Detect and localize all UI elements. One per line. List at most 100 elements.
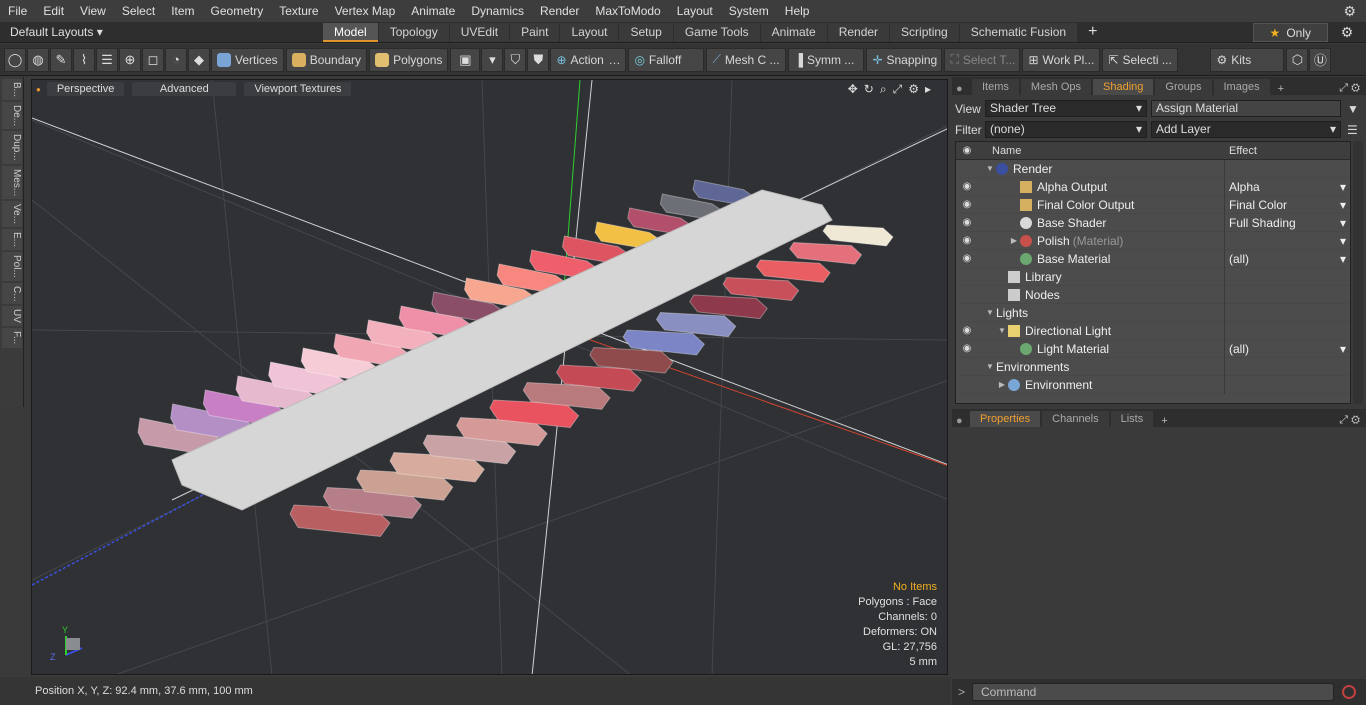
visibility-eye-icon[interactable]: ◉ <box>956 325 978 336</box>
tree-row[interactable]: Nodes <box>956 285 1350 304</box>
vtab-uv[interactable]: UV <box>2 306 22 327</box>
tree-row[interactable]: ◉ ▼ Directional Light <box>956 321 1350 340</box>
pen-icon[interactable]: ✎ <box>50 47 72 72</box>
tree-scrollbar[interactable] <box>1353 141 1363 404</box>
expand-triangle-icon[interactable]: ▼ <box>984 362 996 371</box>
item-mode-icon[interactable]: ◆ <box>188 47 210 72</box>
tree-row[interactable]: Library <box>956 267 1350 286</box>
box-icon[interactable]: ◻ <box>142 47 164 72</box>
tab-mesh-ops[interactable]: Mesh Ops <box>1020 79 1092 95</box>
expand-triangle-icon[interactable]: ▼ <box>984 164 996 173</box>
shield-icon[interactable]: ⛉ <box>504 47 527 72</box>
menu-texture[interactable]: Texture <box>271 0 326 22</box>
list-options-icon[interactable]: ☰ <box>1347 123 1358 137</box>
tab-setup[interactable]: Setup <box>619 22 673 42</box>
vtab-mesh-edit[interactable]: Mes... <box>2 165 22 200</box>
tab-animate[interactable]: Animate <box>760 22 827 42</box>
gear-icon[interactable]: ⚙ <box>1328 24 1366 41</box>
tab-channels[interactable]: Channels <box>1042 411 1109 427</box>
align-icon[interactable]: ☰ <box>96 47 118 72</box>
polish-swatch[interactable] <box>822 224 894 247</box>
action-button[interactable]: ⊕ Action… <box>550 47 627 72</box>
work-plane-button[interactable]: ⊞ Work Pl... <box>1022 47 1101 72</box>
tree-effect-cell[interactable]: (all) ▾ <box>1225 252 1350 266</box>
tree-row[interactable]: ◉ Base Shader Full Shading ▾ <box>956 213 1350 232</box>
tree-row[interactable]: ◉ Alpha Output Alpha ▾ <box>956 177 1350 196</box>
add-tab-icon[interactable]: + <box>1272 83 1290 95</box>
tab-layout[interactable]: Layout <box>560 22 619 42</box>
vtab-polygon[interactable]: Pol... <box>2 252 22 281</box>
polygons-button[interactable]: Polygons <box>369 47 449 72</box>
tab-topology[interactable]: Topology <box>378 22 449 42</box>
tab-items[interactable]: Items <box>972 79 1019 95</box>
menu-animate[interactable]: Animate <box>403 0 463 22</box>
rotate-icon[interactable]: ↻ <box>864 82 880 96</box>
tree-effect-cell[interactable]: Alpha ▾ <box>1225 180 1350 194</box>
vtab-duplicate[interactable]: Dup... <box>2 131 22 164</box>
tree-row[interactable]: ▶ Environment <box>956 375 1350 394</box>
visibility-eye-icon[interactable]: ◉ <box>956 235 978 246</box>
chevron-down-icon[interactable]: ▾ <box>481 47 504 72</box>
circle-select-icon[interactable]: ◯ <box>4 47 26 72</box>
kits-button[interactable]: ⚙ Kits <box>1210 47 1285 72</box>
menu-help[interactable]: Help <box>777 0 818 22</box>
brush-icon[interactable]: ⌇ <box>73 47 95 72</box>
tab-paint[interactable]: Paint <box>510 22 560 42</box>
tree-row[interactable]: ▼ Environments <box>956 357 1350 376</box>
visibility-eye-icon[interactable]: ◉ <box>956 199 978 210</box>
viewport-textures-dropdown[interactable]: Viewport Textures <box>244 82 352 96</box>
view-dropdown[interactable]: Shader Tree ▾ <box>985 100 1147 117</box>
3d-viewport[interactable]: Y Z ● Perspective Advanced Viewport Text… <box>31 79 948 675</box>
only-toggle[interactable]: ★ Only <box>1252 22 1328 42</box>
menu-item[interactable]: Item <box>163 0 202 22</box>
zoom-icon[interactable]: ⌕ <box>880 82 893 96</box>
menu-geometry[interactable]: Geometry <box>203 0 272 22</box>
tab-schematic-fusion[interactable]: Schematic Fusion <box>959 22 1078 42</box>
panel-expand-icon[interactable]: ⤢ ⚙ <box>1339 82 1366 95</box>
assign-material-button[interactable]: Assign Material <box>1151 100 1341 117</box>
tree-effect-cell[interactable]: ▾ <box>1225 234 1350 248</box>
symmetry-button[interactable]: ▐ Symm ... <box>788 47 865 72</box>
add-tab-icon[interactable]: + <box>1078 23 1107 41</box>
tab-shading[interactable]: Shading <box>1093 79 1154 95</box>
tree-row[interactable]: ◉ Light Material (all) ▾ <box>956 339 1350 358</box>
falloff-button[interactable]: ◎ Falloff <box>628 47 705 72</box>
polish-swatch[interactable] <box>789 241 863 265</box>
tree-row[interactable]: ▼ Render <box>956 159 1350 178</box>
menu-select[interactable]: Select <box>114 0 163 22</box>
tree-effect-cell[interactable]: (all) ▾ <box>1225 342 1350 356</box>
tree-effect-cell[interactable]: Full Shading ▾ <box>1225 216 1350 230</box>
play-icon[interactable]: ▸ <box>925 82 937 96</box>
tab-properties[interactable]: Properties <box>970 411 1041 427</box>
tab-lists[interactable]: Lists <box>1110 411 1154 427</box>
unity-icon[interactable]: ⬡ <box>1286 47 1309 72</box>
vtab-fusion[interactable]: F... <box>2 328 22 348</box>
gear-icon[interactable]: ⚙ <box>908 82 925 96</box>
menu-edit[interactable]: Edit <box>35 0 72 22</box>
add-layer-dropdown[interactable]: Add Layer ▾ <box>1151 121 1341 138</box>
tab-groups[interactable]: Groups <box>1155 79 1212 95</box>
expand-triangle-icon[interactable]: ▶ <box>996 380 1008 389</box>
tab-images[interactable]: Images <box>1213 79 1270 95</box>
pie-icon[interactable]: ◔ <box>165 47 187 72</box>
move-icon[interactable]: ✥ <box>848 82 864 96</box>
menu-system[interactable]: System <box>721 0 777 22</box>
selection-sets-button[interactable]: ⇱ Selecti ... <box>1102 47 1179 72</box>
menu-maxtomodo[interactable]: MaxToModo <box>587 0 668 22</box>
vtab-deform[interactable]: De... <box>2 102 22 130</box>
tab-model[interactable]: Model <box>323 22 378 42</box>
menu-layout[interactable]: Layout <box>669 0 721 22</box>
vtab-curve[interactable]: C... <box>2 282 22 305</box>
tree-row[interactable]: ▼ Lights <box>956 303 1350 322</box>
vertices-button[interactable]: Vertices <box>211 47 284 72</box>
select-through-button[interactable]: ⛶ Select T... <box>944 47 1021 72</box>
tree-row[interactable]: ◉ Final Color Output Final Color ▾ <box>956 195 1350 214</box>
add-tab-icon[interactable]: + <box>1155 415 1173 427</box>
perspective-dropdown[interactable]: Perspective <box>46 82 125 96</box>
expand-triangle-icon[interactable]: ▼ <box>984 308 996 317</box>
boundary-button[interactable]: Boundary <box>285 47 368 72</box>
visibility-eye-icon[interactable]: ◉ <box>956 217 978 228</box>
effect-column-header[interactable]: Effect <box>1225 145 1257 157</box>
menu-render[interactable]: Render <box>532 0 587 22</box>
panel-expand-icon[interactable]: ⤢ ⚙ <box>1339 414 1366 427</box>
